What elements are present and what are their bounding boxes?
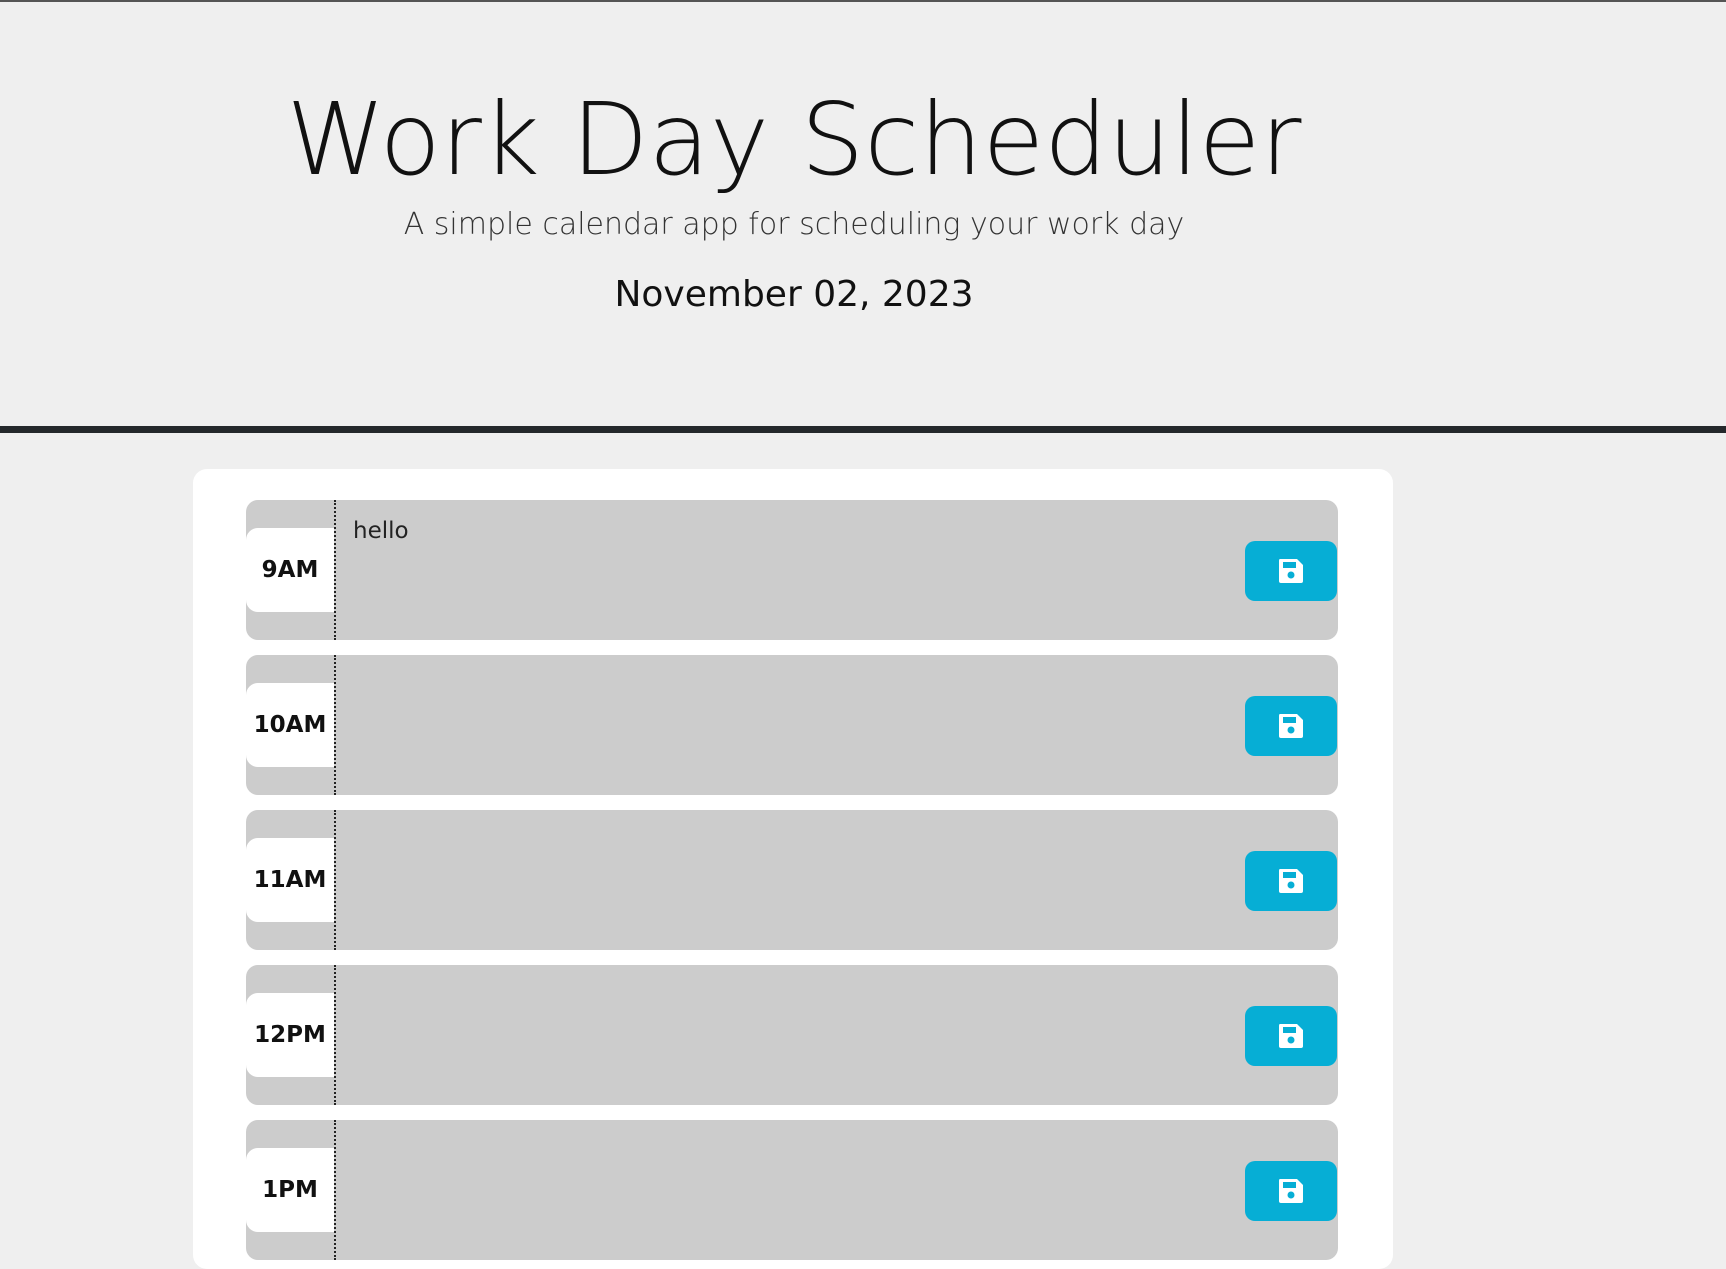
time-block-row: 11AM	[246, 810, 1338, 950]
save-button[interactable]	[1245, 1161, 1337, 1221]
current-date: November 02, 2023	[614, 274, 974, 315]
floppy-disk-icon	[1279, 869, 1303, 893]
save-button[interactable]	[1245, 696, 1337, 756]
time-block-row: 9AM hello	[246, 500, 1338, 640]
hour-label: 11AM	[246, 838, 334, 922]
page-subtitle: A simple calendar app for scheduling you…	[403, 207, 1185, 242]
save-button[interactable]	[1245, 541, 1337, 601]
time-block-row: 10AM	[246, 655, 1338, 795]
hour-label: 9AM	[246, 528, 334, 612]
hour-label: 1PM	[246, 1148, 334, 1232]
floppy-disk-icon	[1279, 714, 1303, 738]
row-divider	[334, 500, 336, 640]
hour-label: 10AM	[246, 683, 334, 767]
row-divider	[334, 965, 336, 1105]
row-divider	[334, 655, 336, 795]
save-button[interactable]	[1245, 851, 1337, 911]
floppy-disk-icon	[1279, 559, 1303, 583]
time-block-row: 12PM	[246, 965, 1338, 1105]
page-title: Work Day Scheduler	[286, 81, 1302, 198]
time-block-row: 1PM	[246, 1120, 1338, 1260]
event-description[interactable]: hello	[353, 518, 409, 544]
save-button[interactable]	[1245, 1006, 1337, 1066]
floppy-disk-icon	[1279, 1024, 1303, 1048]
row-divider	[334, 1120, 336, 1260]
floppy-disk-icon	[1279, 1179, 1303, 1203]
row-divider	[334, 810, 336, 950]
jumbotron-header: Work Day Scheduler A simple calendar app…	[0, 2, 1726, 426]
schedule-container: 9AM hello 10AM 11AM 12PM 1PM	[193, 469, 1393, 1269]
header-divider	[0, 426, 1726, 433]
hour-label: 12PM	[246, 993, 334, 1077]
